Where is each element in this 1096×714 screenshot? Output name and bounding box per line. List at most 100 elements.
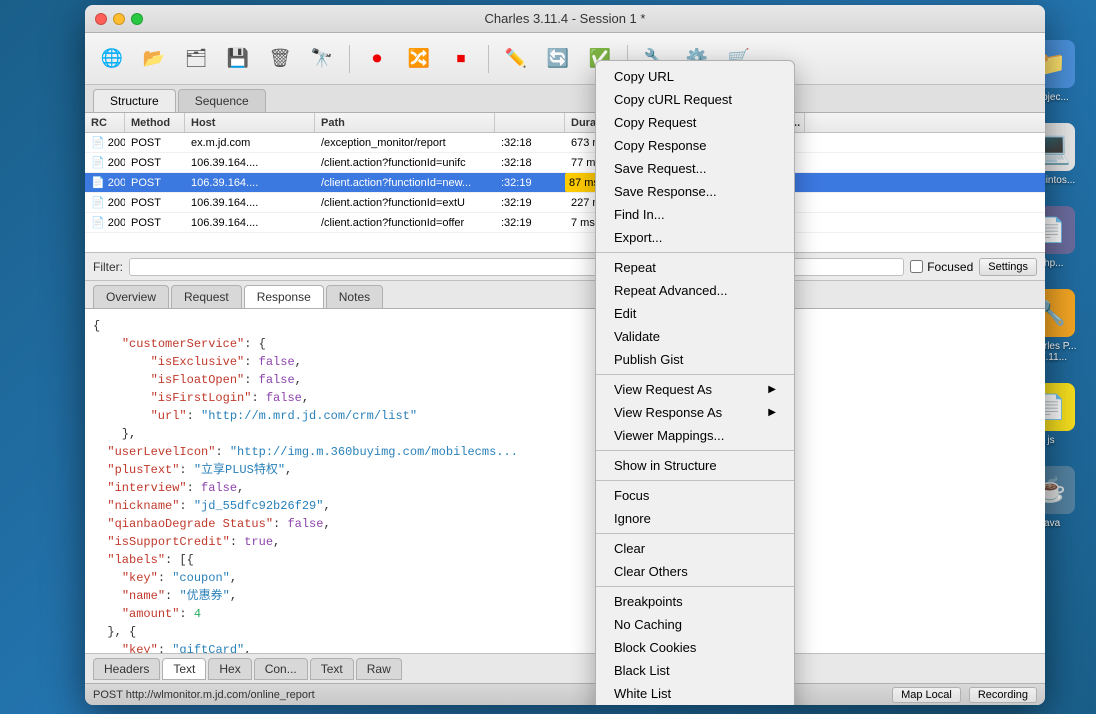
browse-button[interactable]: 🌐	[93, 40, 131, 78]
tab-request[interactable]: Request	[171, 285, 242, 308]
menu-breakpoints[interactable]: Breakpoints	[596, 590, 794, 613]
recording-button[interactable]: Recording	[969, 687, 1037, 703]
menu-save-request[interactable]: Save Request...	[596, 157, 794, 180]
menu-ignore[interactable]: Ignore	[596, 507, 794, 530]
menu-block-cookies[interactable]: Block Cookies	[596, 636, 794, 659]
cell-rc: 📄 200	[85, 213, 125, 232]
tab-text2[interactable]: Text	[310, 658, 354, 680]
menu-save-response[interactable]: Save Response...	[596, 180, 794, 203]
focused-checkbox-container: Focused	[910, 260, 973, 274]
save-button[interactable]: 💾	[219, 40, 257, 78]
table-row[interactable]: 📄 200 POST 106.39.164.... /client.action…	[85, 213, 1045, 233]
table-row[interactable]: 📄 200 POST 106.39.164.... /client.action…	[85, 153, 1045, 173]
json-line: "key": "coupon",	[93, 569, 1037, 587]
menu-export[interactable]: Export...	[596, 226, 794, 249]
menu-clear[interactable]: Clear	[596, 537, 794, 560]
cell-host: 106.39.164....	[185, 153, 315, 172]
menu-no-caching[interactable]: No Caching	[596, 613, 794, 636]
menu-repeat[interactable]: Repeat	[596, 256, 794, 279]
toolbar-sep-2	[488, 45, 489, 73]
format-tabs: Headers Text Hex Con... Text Raw	[85, 653, 1045, 683]
table-row-selected[interactable]: 📄 200 POST 106.39.164.... /client.action…	[85, 173, 1045, 193]
open-button[interactable]: 📂	[135, 40, 173, 78]
map-local-button[interactable]: Map Local	[892, 687, 961, 703]
record-button[interactable]: ⏺	[358, 40, 396, 78]
focused-label: Focused	[927, 260, 973, 274]
find-button[interactable]: 🔭	[303, 40, 341, 78]
json-line: "amount": 4	[93, 605, 1037, 623]
json-line: "isFirstLogin": false,	[93, 389, 1037, 407]
tab-headers[interactable]: Headers	[93, 658, 160, 680]
json-content: { "customerService": { "isExclusive": fa…	[85, 309, 1045, 653]
cell-path: /client.action?functionId=new...	[315, 173, 495, 192]
json-line: "customerService": {	[93, 335, 1037, 353]
cell-rc: 📄 200	[85, 173, 125, 192]
json-line: {	[93, 317, 1037, 335]
cell-start: :32:18	[495, 133, 565, 152]
json-line: "isSupportCredit": true,	[93, 533, 1037, 551]
menu-sep-3	[596, 450, 794, 451]
toolbar-sep-1	[349, 45, 350, 73]
request-table: RC Method Host Path Duration Size Status…	[85, 113, 1045, 253]
filter-bar: Filter: Focused Settings	[85, 253, 1045, 281]
cell-host: 106.39.164....	[185, 193, 315, 212]
menu-clear-others[interactable]: Clear Others	[596, 560, 794, 583]
tab-text[interactable]: Text	[162, 658, 206, 680]
menu-black-list[interactable]: Black List	[596, 659, 794, 682]
menu-show-in-structure[interactable]: Show in Structure	[596, 454, 794, 477]
status-bar: POST http://wlmonitor.m.jd.com/online_re…	[85, 683, 1045, 705]
menu-copy-url[interactable]: Copy URL	[596, 65, 794, 88]
cell-path: /client.action?functionId=offer	[315, 213, 495, 232]
minimize-button[interactable]	[113, 13, 125, 25]
clear-button[interactable]: 🗑	[261, 40, 299, 78]
cell-method: POST	[125, 153, 185, 172]
tab-response[interactable]: Response	[244, 285, 324, 308]
tab-overview[interactable]: Overview	[93, 285, 169, 308]
pen-button[interactable]: ✏️	[497, 40, 535, 78]
refresh-button[interactable]: 🔄	[539, 40, 577, 78]
cell-rc: 📄 200	[85, 193, 125, 212]
throttle-button[interactable]: 🔀	[400, 40, 438, 78]
tab-raw[interactable]: Raw	[356, 658, 402, 680]
context-menu: Copy URL Copy cURL Request Copy Request …	[595, 60, 795, 705]
table-row[interactable]: 📄 200 POST 106.39.164.... /client.action…	[85, 193, 1045, 213]
json-line: "isExclusive": false,	[93, 353, 1037, 371]
tab-notes[interactable]: Notes	[326, 285, 383, 308]
detail-panel: Overview Request Response Notes { "custo…	[85, 281, 1045, 683]
json-line: "interview": false,	[93, 479, 1037, 497]
col-path: Path	[315, 113, 495, 132]
menu-publish-gist[interactable]: Publish Gist	[596, 348, 794, 371]
sessions-button[interactable]: 🗂	[177, 40, 215, 78]
menu-copy-request[interactable]: Copy Request	[596, 111, 794, 134]
menu-view-response-as[interactable]: View Response As	[596, 401, 794, 424]
cell-host: 106.39.164....	[185, 213, 315, 232]
close-button[interactable]	[95, 13, 107, 25]
cell-start: :32:19	[495, 213, 565, 232]
main-content: RC Method Host Path Duration Size Status…	[85, 113, 1045, 705]
menu-focus[interactable]: Focus	[596, 484, 794, 507]
maximize-button[interactable]	[131, 13, 143, 25]
menu-edit[interactable]: Edit	[596, 302, 794, 325]
focused-checkbox[interactable]	[910, 260, 923, 273]
stop-button[interactable]: ⏹	[442, 40, 480, 78]
json-line: "name": "优惠券",	[93, 587, 1037, 605]
tab-hex[interactable]: Hex	[208, 658, 251, 680]
tab-context[interactable]: Con...	[254, 658, 308, 680]
table-row[interactable]: 📄 200 POST ex.m.jd.com /exception_monito…	[85, 133, 1045, 153]
menu-view-request-as[interactable]: View Request As	[596, 378, 794, 401]
json-line: "url": "http://m.mrd.jd.com/crm/list"	[93, 407, 1037, 425]
menu-find-in[interactable]: Find In...	[596, 203, 794, 226]
menu-copy-response[interactable]: Copy Response	[596, 134, 794, 157]
col-host: Host	[185, 113, 315, 132]
col-rc: RC	[85, 113, 125, 132]
menu-white-list[interactable]: White List	[596, 682, 794, 705]
menu-validate[interactable]: Validate	[596, 325, 794, 348]
tab-sequence[interactable]: Sequence	[178, 89, 266, 112]
tab-structure[interactable]: Structure	[93, 89, 176, 112]
menu-repeat-advanced[interactable]: Repeat Advanced...	[596, 279, 794, 302]
table-header: RC Method Host Path Duration Size Status…	[85, 113, 1045, 133]
menu-viewer-mappings[interactable]: Viewer Mappings...	[596, 424, 794, 447]
menu-copy-curl[interactable]: Copy cURL Request	[596, 88, 794, 111]
js-label: js	[1047, 435, 1054, 446]
settings-filter-button[interactable]: Settings	[979, 258, 1037, 276]
